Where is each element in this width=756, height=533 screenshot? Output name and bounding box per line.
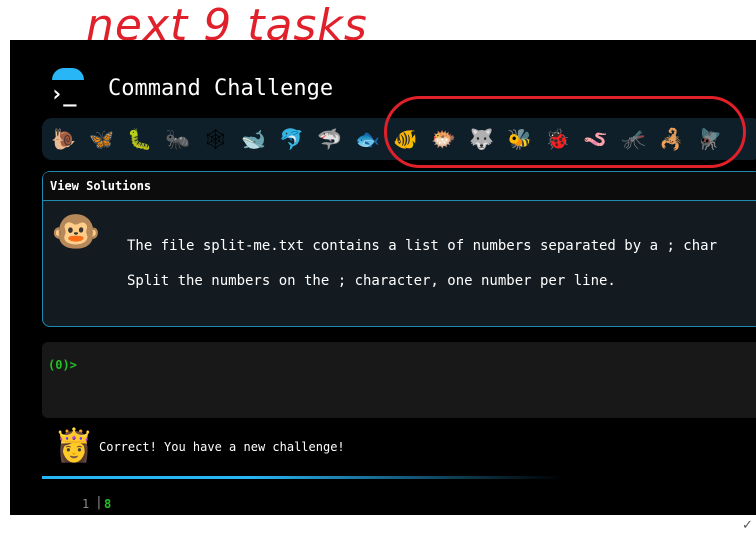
- ant-icon[interactable]: 🐜: [162, 124, 193, 154]
- caterpillar-icon[interactable]: 🐛: [124, 124, 155, 154]
- checkmark-icon: ✓: [742, 518, 753, 533]
- app-title: Command Challenge: [108, 75, 334, 101]
- princess-avatar-icon: 👸: [54, 426, 94, 464]
- shark-icon[interactable]: 🦈: [314, 124, 345, 154]
- output-value: 8: [104, 497, 112, 511]
- challenge-panel: View Solutions 🐵 The file split-me.txt c…: [42, 171, 756, 327]
- output-separator: |: [95, 495, 103, 510]
- butterfly-icon[interactable]: 🦋: [86, 124, 117, 154]
- whale-icon[interactable]: 🐋: [238, 124, 269, 154]
- progress-bar: [42, 476, 562, 479]
- spider-web-icon[interactable]: 🕸: [200, 124, 231, 154]
- snail-icon[interactable]: 🐌: [48, 124, 79, 154]
- monkey-avatar-icon: 🐵: [51, 209, 101, 255]
- challenge-description: The file split-me.txt contains a list of…: [127, 238, 718, 254]
- terminal-logo-icon: ›_: [48, 68, 88, 108]
- view-solutions-link[interactable]: View Solutions: [43, 172, 756, 201]
- challenge-instruction: Split the numbers on the ; character, on…: [127, 273, 616, 289]
- command-input-area[interactable]: (0)>: [42, 342, 756, 418]
- dolphin-icon[interactable]: 🐬: [276, 124, 307, 154]
- fish-icon[interactable]: 🐟: [352, 124, 383, 154]
- annotation-highlight-oval: [384, 96, 746, 168]
- app-header: ›_ Command Challenge: [48, 60, 333, 116]
- command-prompt: (0)>: [48, 358, 77, 372]
- status-message: Correct! You have a new challenge!: [99, 440, 345, 454]
- output-line-number: 1: [82, 497, 90, 511]
